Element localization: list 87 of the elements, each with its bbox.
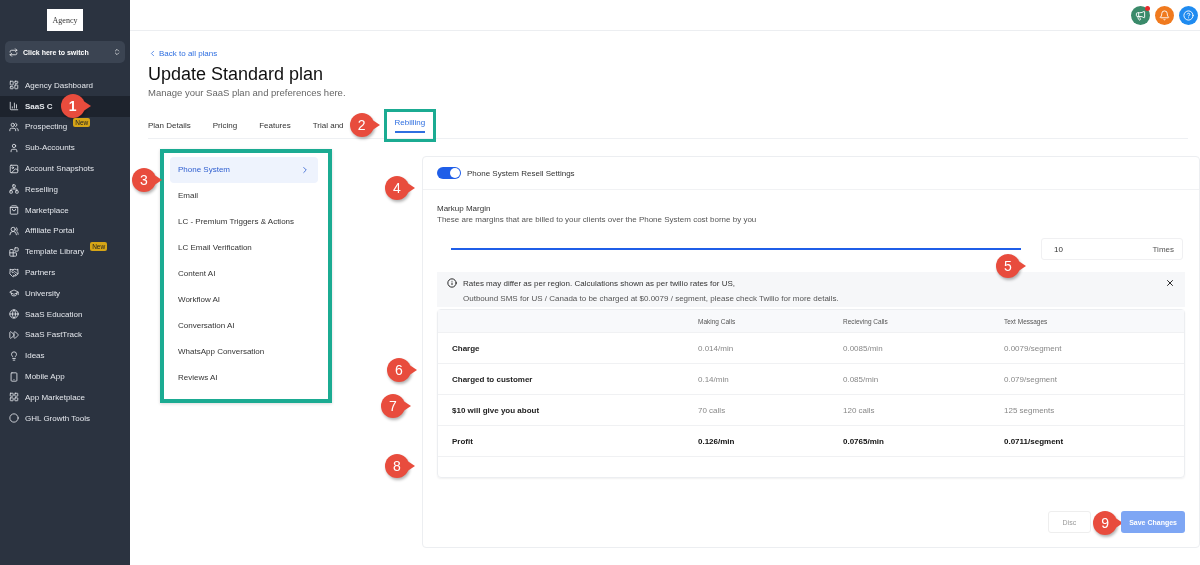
bell-icon [1159, 9, 1170, 21]
megaphone-button[interactable] [1131, 5, 1150, 25]
bar-chart-icon [9, 101, 19, 112]
row-label: Charged to customer [452, 374, 534, 384]
help-icon [1183, 9, 1194, 21]
users-icon [9, 122, 19, 132]
table-cell-text: 0.085/min [843, 374, 880, 384]
bag-icon [9, 205, 19, 216]
nav-item[interactable]: App Marketplace [0, 386, 130, 408]
table-cell-text: 0.0765/min [843, 436, 885, 446]
dashboard-icon [9, 80, 19, 91]
chevron-icon [300, 165, 310, 175]
nav-item[interactable]: Partners [0, 262, 130, 283]
number-field[interactable]: 10 Times [1041, 238, 1183, 260]
toggle-switch[interactable] [437, 167, 461, 179]
back-link[interactable]: Back to all plans [148, 49, 1200, 58]
nav-item[interactable]: GHL Growth Tools [0, 407, 130, 429]
phone-icon [9, 371, 19, 382]
tab[interactable]: Plan Details [148, 120, 191, 130]
help-button[interactable] [1179, 5, 1198, 25]
lightbulb-icon [9, 350, 19, 361]
fast-forward-icon [9, 329, 19, 340]
table-cell-text: 125 segments [1004, 405, 1056, 415]
grid-icon [9, 392, 19, 403]
menu-item[interactable]: WhatsApp Conversation [170, 339, 318, 365]
nav-item[interactable]: Account Snapshots [0, 158, 130, 179]
menu-item[interactable]: Phone System [170, 157, 318, 183]
section-description: These are margins that are billed to your clients over the Phone System cost borne by you [437, 215, 758, 224]
circle-icon [9, 413, 19, 424]
nav-item[interactable]: Agency Dashboard [0, 75, 130, 96]
network-icon [9, 184, 19, 195]
table-cell-text: 0.0711/segment [1004, 436, 1065, 446]
table-cell-text: 0.0085/min [843, 343, 884, 353]
table-cell-text: 70 calls [698, 405, 727, 415]
close-icon[interactable] [1165, 278, 1175, 288]
row-label: Charge [452, 343, 481, 353]
page-subtitle: Manage your SaaS plan and preferences here. [148, 87, 347, 98]
tab[interactable]: Rebilling [383, 108, 437, 142]
nav-item[interactable]: Ideas [0, 345, 130, 367]
menu-item[interactable]: Content AI [170, 261, 318, 287]
nav-item[interactable]: Reselling [0, 179, 130, 200]
table-cell-text: 0.126/min [698, 436, 736, 446]
menu-item[interactable]: LC - Premium Triggers & Actions [170, 209, 318, 235]
image-icon [9, 163, 19, 174]
nav-item[interactable]: Sub-Accounts [0, 137, 130, 159]
table-cell-text: 0.014/min [698, 343, 735, 353]
blocks-icon [9, 246, 19, 257]
globe-icon [9, 309, 19, 320]
table-cell-text: 120 calls [843, 405, 876, 415]
user-icon [9, 142, 19, 153]
notification-dot [1145, 5, 1150, 11]
row-label: $10 will give you about [452, 405, 541, 415]
toggle-label: Phone System Resell Settings [467, 168, 575, 178]
bell-button[interactable] [1155, 5, 1174, 25]
tab[interactable]: Trial and [312, 120, 344, 130]
nav-item[interactable]: SaaS Education [0, 303, 130, 325]
table-cell-text: 0.0079/segment [1004, 343, 1063, 353]
nav-item[interactable]: SaaS FastTrack [0, 324, 130, 346]
nav-item[interactable]: Affiliate Portal [0, 220, 130, 242]
updown-icon [113, 48, 121, 56]
notice-text: Rates may differ as per region. Calculations shown as per twilio rates for US, [463, 278, 736, 288]
nav-item[interactable]: Marketplace [0, 199, 130, 221]
tab[interactable]: Pricing [212, 120, 238, 130]
section-title: Markup Margin [437, 204, 492, 213]
menu-item[interactable]: Email [170, 183, 318, 209]
handshake-icon [9, 267, 19, 278]
nav-item[interactable]: University [0, 282, 130, 304]
unit-label: Times [1152, 244, 1174, 254]
chevron-left-icon [148, 49, 157, 58]
menu-item[interactable]: Workflow AI [170, 287, 318, 313]
table-cell-text: 0.14/min [698, 374, 730, 384]
menu-item[interactable]: Reviews AI [170, 365, 318, 391]
nav-item[interactable]: SaaS C 1 [0, 95, 130, 117]
nav-item[interactable]: Mobile App [0, 366, 130, 387]
notice-text: Outbound SMS for US / Canada to be charged at $0.0079 / segment, please check Twilio for more details. [462, 294, 840, 303]
group-icon [9, 225, 19, 236]
page-title: Update Standard plan [148, 64, 325, 85]
menu-item[interactable]: LC Email Verification [170, 235, 318, 261]
menu-item[interactable]: Conversation AI [170, 313, 318, 339]
info-icon [447, 278, 457, 288]
logo: Agency [47, 9, 83, 31]
megaphone-icon [1135, 9, 1146, 21]
graduation-cap-icon [9, 288, 19, 299]
table-cell-text: 0.079/segment [1004, 374, 1058, 384]
tab[interactable]: Features [259, 120, 291, 130]
row-label: Profit [452, 436, 474, 446]
switch-icon [9, 47, 18, 57]
